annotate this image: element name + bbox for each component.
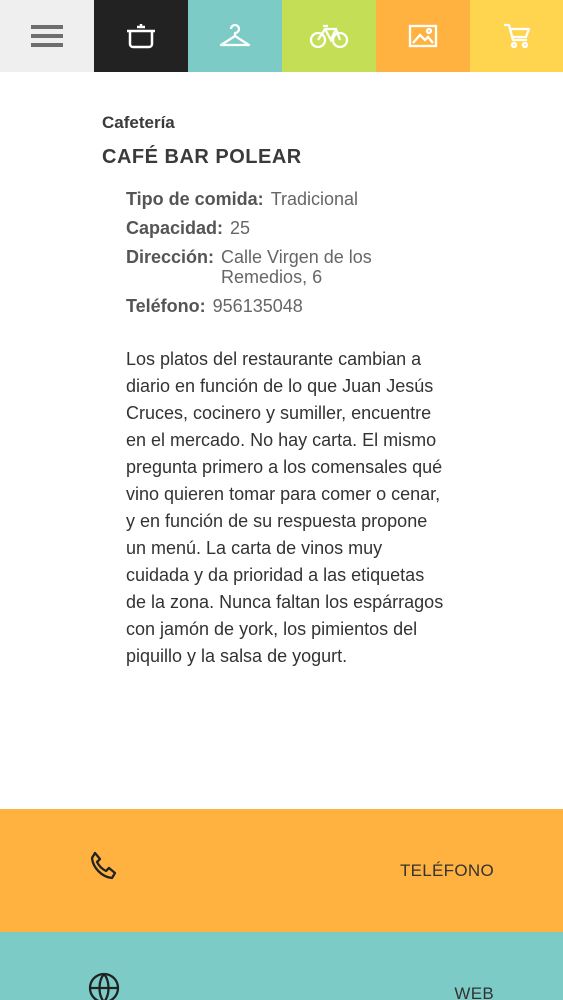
tab-fashion[interactable] [188,0,282,72]
phone-icon [90,851,117,880]
detail-label: Teléfono: [126,296,206,316]
detail-capacity: Capacidad: 25 [126,218,456,238]
tab-menu[interactable] [0,0,94,72]
tab-gallery[interactable] [376,0,470,72]
menu-icon [31,25,63,47]
bicycle-icon [309,24,349,49]
place-description: Los platos del restaurante cambian a dia… [126,349,444,666]
website-button-label: WEB [454,984,494,1000]
website-button[interactable]: WEB [0,932,563,1000]
cooking-pot-icon [127,24,155,49]
call-button[interactable]: TELÉFONO [0,809,563,932]
detail-address: Dirección: Calle Virgen de los Remedios,… [126,247,456,287]
detail-label: Capacidad: [126,218,224,238]
detail-value: 956135048 [212,296,303,316]
detail-value: 25 [230,218,251,238]
place-title: CAFÉ BAR POLEAR [102,146,302,168]
tab-sports[interactable] [282,0,376,72]
detail-food-type: Tipo de comida: Tradicional [126,189,456,209]
place-category: Cafetería [102,113,175,132]
detail-phone: Teléfono: 956135048 [126,296,456,316]
image-icon [408,24,438,48]
tab-food[interactable] [94,0,188,72]
detail-value: Calle Virgen de los Remedios, 6 [221,247,372,287]
top-navigation [0,0,563,72]
place-details: Tipo de comida: Tradicional Capacidad: 2… [126,189,456,325]
globe-icon [88,972,120,1000]
tab-shop[interactable] [470,0,563,72]
call-button-label: TELÉFONO [399,861,494,880]
cart-icon [503,23,530,49]
detail-label: Tipo de comida: [126,189,264,209]
detail-label: Dirección: [126,247,215,267]
detail-value: Tradicional [270,189,359,209]
hanger-icon [219,23,251,47]
